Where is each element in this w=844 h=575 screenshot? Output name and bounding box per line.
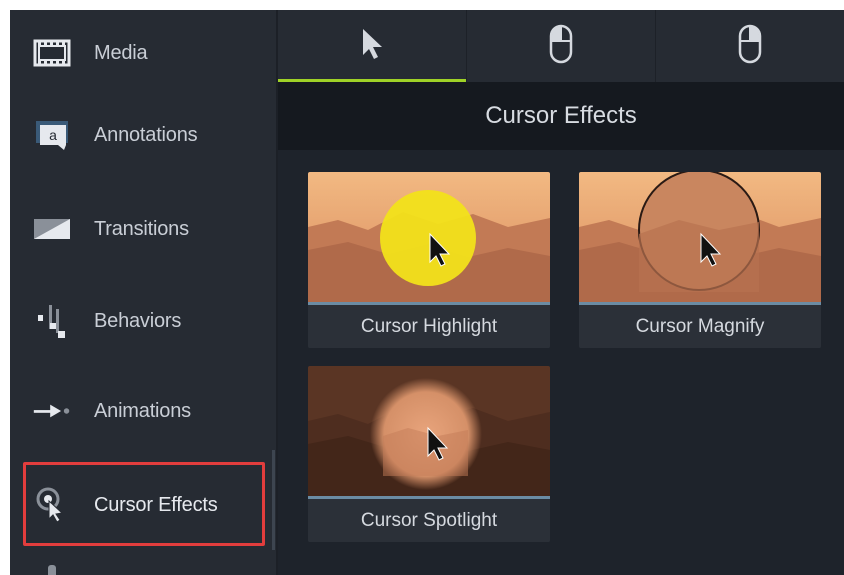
svg-text:a: a (49, 127, 57, 143)
sidebar-item-label: Animations (94, 399, 191, 422)
sidebar-item-label: Media (94, 41, 148, 64)
sidebar-item-behaviors[interactable]: Behaviors (10, 278, 272, 364)
sidebar: Media a Annotations Transitions Behavior… (10, 10, 276, 575)
sidebar-next-item-icon (48, 565, 56, 575)
cursor-spotlight-thumbnail (308, 366, 550, 496)
cursor-highlight-thumbnail (308, 172, 550, 302)
transition-icon (32, 209, 72, 249)
tab-right-click[interactable] (656, 10, 844, 82)
sidebar-item-label: Transitions (94, 217, 189, 240)
effect-card-cursor-highlight[interactable]: Cursor Highlight (308, 172, 550, 348)
app-window: Media a Annotations Transitions Behavior… (10, 10, 844, 575)
sidebar-item-label: Annotations (94, 123, 198, 146)
film-strip-icon (32, 33, 72, 73)
effect-card-label: Cursor Magnify (579, 305, 821, 348)
effect-card-label: Cursor Spotlight (308, 499, 550, 542)
sidebar-item-label: Behaviors (94, 309, 182, 332)
effect-card-label: Cursor Highlight (308, 305, 550, 348)
active-item-outline (23, 462, 265, 546)
tab-left-click[interactable] (467, 10, 655, 82)
sidebar-item-transitions[interactable]: Transitions (10, 186, 272, 272)
cursor-arrow-icon (359, 27, 385, 66)
behaviors-icon (32, 301, 72, 341)
sidebar-scrollbar[interactable] (272, 450, 275, 550)
effect-card-cursor-spotlight[interactable]: Cursor Spotlight (308, 366, 550, 542)
sidebar-item-annotations[interactable]: a Annotations (10, 92, 272, 178)
panel-title: Cursor Effects (278, 82, 844, 150)
sidebar-item-animations[interactable]: Animations (10, 368, 272, 454)
annotation-callout-icon: a (32, 115, 72, 155)
mouse-left-click-icon (549, 24, 573, 69)
cursor-magnify-thumbnail (579, 172, 821, 302)
tab-bar (278, 10, 844, 82)
animation-arrow-icon (32, 391, 72, 431)
tab-cursor[interactable] (278, 10, 466, 82)
effect-card-cursor-magnify[interactable]: Cursor Magnify (579, 172, 821, 348)
mouse-right-click-icon (738, 24, 762, 69)
sidebar-item-media[interactable]: Media (10, 10, 272, 96)
